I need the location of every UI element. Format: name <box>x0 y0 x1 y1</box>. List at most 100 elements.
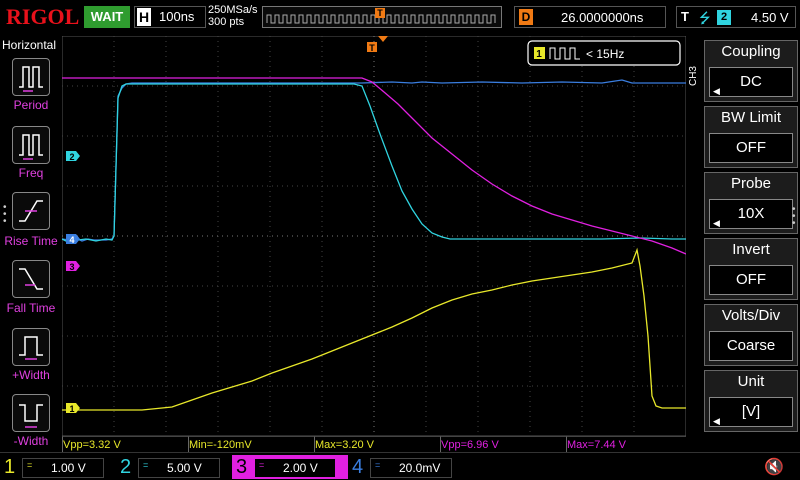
positive-width-button[interactable] <box>12 328 50 366</box>
measurement-ch3-vpp[interactable]: Vpp=6.96 V <box>440 436 566 452</box>
speaker-muted-icon[interactable]: 🔇 <box>764 457 784 477</box>
bw-limit-value: OFF <box>709 133 793 163</box>
volts-div-softkey[interactable]: Volts/Div Coarse <box>704 304 798 366</box>
dc-coupling-icon: = <box>259 460 265 470</box>
dc-coupling-icon: = <box>143 460 149 470</box>
positive-width-icon <box>19 336 43 360</box>
measurement-ch1-vpp[interactable]: Vpp=3.32 V <box>62 436 188 452</box>
channel-1-number: 1 <box>4 456 16 478</box>
delay-label: D <box>519 9 533 25</box>
frequency-button[interactable] <box>12 126 50 164</box>
frequency-counter[interactable]: 1 < 15Hz <box>527 40 681 66</box>
menu-page-indicator-icon: • • • <box>792 204 796 229</box>
memory-trigger-marker: T <box>375 8 385 18</box>
channel-2-number: 2 <box>120 456 132 478</box>
channel-3-number: 3 <box>236 456 248 478</box>
square-wave-icon <box>549 47 580 60</box>
channel-2-status[interactable]: 2 = 5.00 V <box>116 455 232 479</box>
unit-softkey[interactable]: Unit ◀ [V] <box>704 370 798 432</box>
channel-2-scale: 5.00 V <box>167 461 202 475</box>
period-label: Period <box>13 98 49 112</box>
bw-limit-softkey[interactable]: BW Limit OFF <box>704 106 798 168</box>
selector-arrow-icon: ◀ <box>713 218 720 228</box>
dc-coupling-icon: = <box>375 460 381 470</box>
selector-arrow-icon: ◀ <box>713 86 720 96</box>
positive-width-label: +Width <box>12 368 50 382</box>
channel-1-scale: 1.00 V <box>51 461 86 475</box>
measure-menu: Horizontal Period Freq • • • Rise Time Fal… <box>0 36 62 452</box>
negative-width-label: -Width <box>13 434 49 448</box>
horizontal-label: H <box>137 8 151 26</box>
probe-softkey[interactable]: Probe ◀ 10X <box>704 172 798 234</box>
channel-4-number: 4 <box>352 456 364 478</box>
selector-arrow-icon: ◀ <box>713 416 720 426</box>
coupling-value: ◀ DC <box>709 67 793 97</box>
volts-div-title: Volts/Div <box>721 307 781 324</box>
memory-waveform-navigator[interactable]: T <box>262 6 502 28</box>
delay-value: 26.0000000ns <box>561 10 644 25</box>
run-status-badge[interactable]: WAIT <box>84 6 130 28</box>
frequency-icon <box>19 134 43 160</box>
period-button[interactable] <box>12 58 50 96</box>
fall-time-label: Fall Time <box>6 301 56 315</box>
channel-1-status[interactable]: 1 = 1.00 V <box>0 455 116 479</box>
timebase-indicator[interactable]: H 100ns <box>134 6 206 28</box>
active-channel-tag: CH3 <box>688 66 699 87</box>
measurement-ch1-min[interactable]: Min=-120mV <box>188 436 314 452</box>
horizontal-delay-indicator[interactable]: D 26.0000000ns <box>514 6 666 28</box>
waveform-display[interactable]: T 1 < 15Hz 2 4 3 1 <box>62 36 686 436</box>
rise-time-label: Rise Time <box>4 234 58 248</box>
svg-text:4: 4 <box>69 235 74 245</box>
invert-value: OFF <box>709 265 793 295</box>
unit-title: Unit <box>737 373 765 390</box>
fall-time-button[interactable] <box>12 260 50 298</box>
sample-rate-value: 250MSa/s <box>208 4 258 16</box>
negative-width-button[interactable] <box>12 394 50 432</box>
bw-limit-title: BW Limit <box>721 109 781 126</box>
period-icon <box>19 66 43 92</box>
measurement-results-bar: Vpp=3.32 V Min=-120mV Max=3.20 V Vpp=6.9… <box>62 436 686 452</box>
counter-channel: 1 <box>536 49 542 60</box>
menu-page-indicator-icon: • • • <box>3 202 7 227</box>
coupling-softkey[interactable]: Coupling ◀ DC <box>704 40 798 102</box>
invert-softkey[interactable]: Invert OFF <box>704 238 798 300</box>
measurement-ch3-max[interactable]: Max=7.44 V <box>566 436 686 452</box>
rise-time-button[interactable] <box>12 192 50 230</box>
negative-width-icon <box>19 404 43 428</box>
measure-category-title: Horizontal <box>2 38 57 52</box>
trigger-source-badge: 2 <box>717 10 731 25</box>
status-bar: RIGOL WAIT H 100ns 250MSa/s 300 pts T D … <box>0 0 800 36</box>
channel-2-scale-box: = 5.00 V <box>138 458 220 478</box>
svg-text:2: 2 <box>69 152 74 162</box>
invert-title: Invert <box>732 241 770 258</box>
channel-3-scale-box: = 2.00 V <box>254 458 336 478</box>
measurement-ch1-max[interactable]: Max=3.20 V <box>314 436 440 452</box>
channel-4-scale-box: = 20.0mV <box>370 458 452 478</box>
frequency-label: Freq <box>18 166 44 180</box>
trigger-marker-label: T <box>369 43 375 53</box>
channel-4-scale: 20.0mV <box>399 461 441 475</box>
channel-3-status[interactable]: 3 = 2.00 V <box>232 455 348 479</box>
rising-edge-icon: ⭍ <box>699 10 711 26</box>
rigol-logo: RIGOL <box>6 4 80 29</box>
channel-1-scale-box: = 1.00 V <box>22 458 104 478</box>
fall-time-icon <box>19 268 43 290</box>
unit-value: ◀ [V] <box>709 397 793 427</box>
channel-settings-menu: Coupling ◀ DC BW Limit OFF Probe ◀ 10X I… <box>700 36 800 452</box>
channel-status-bar: 1 = 1.00 V 2 = 5.00 V 3 = 2.00 V 4 = 20.… <box>0 452 800 480</box>
trigger-level-value: 4.50 V <box>751 10 789 25</box>
memory-depth-value: 300 pts <box>208 16 245 28</box>
trigger-label: T <box>681 9 689 24</box>
probe-title: Probe <box>730 175 772 192</box>
timebase-value: 100ns <box>159 9 195 24</box>
svg-text:1: 1 <box>69 404 74 414</box>
volts-div-value: Coarse <box>709 331 793 361</box>
rise-time-icon <box>19 200 43 222</box>
channel-4-status[interactable]: 4 = 20.0mV <box>348 455 464 479</box>
trigger-indicator[interactable]: T ⭍ 2 4.50 V <box>676 6 796 28</box>
dc-coupling-icon: = <box>27 460 33 470</box>
acquisition-info: 250MSa/s 300 pts <box>208 4 258 28</box>
counter-value: < 15Hz <box>586 47 624 61</box>
svg-text:3: 3 <box>69 262 74 272</box>
coupling-title: Coupling <box>721 43 781 60</box>
